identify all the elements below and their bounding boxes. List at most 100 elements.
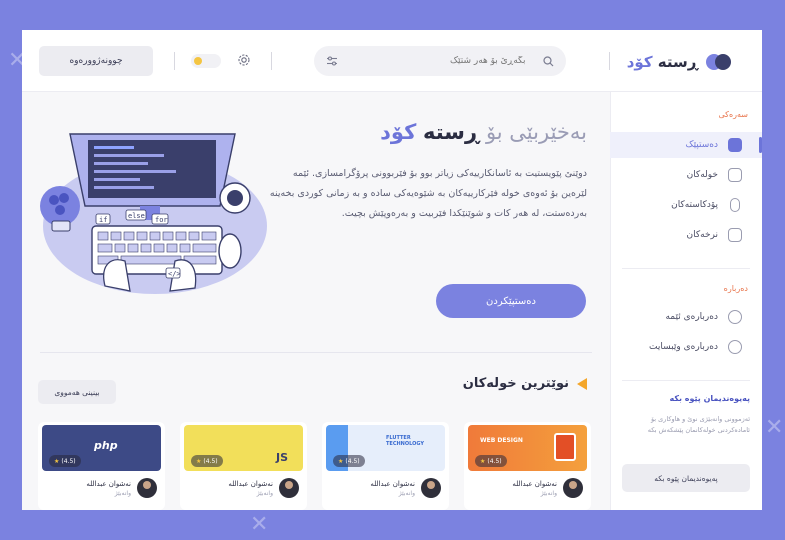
- logo[interactable]: ڕستە کۆد: [627, 51, 732, 73]
- login-button[interactable]: چوونەژوورەوە: [39, 46, 153, 76]
- sun-icon: [194, 57, 202, 65]
- sidebar-item-home[interactable]: دەستپێک: [610, 132, 762, 158]
- course-author: نەشوان عبداللە وانەبێژ: [512, 478, 583, 498]
- svg-text:</>: </>: [168, 270, 181, 278]
- sidebar-item-label: دەربارەی وێبسایت: [649, 342, 718, 352]
- course-thumbnail-label: FLUTTER TECHNOLOGY: [386, 435, 424, 447]
- header-divider: [609, 52, 610, 70]
- app-window: ڕستە کۆد چوونەژوورەوە سەرەکی دەستپێک: [22, 30, 762, 510]
- contact-description: ئەزموونی وانەبێژی نوێ و هاوکاری بۆ ئاماد…: [647, 415, 750, 434]
- sidebar-item-podcasts[interactable]: پۆدکاستەکان: [610, 192, 762, 218]
- rating-value: (4.5): [61, 457, 76, 465]
- book-icon: [728, 168, 742, 182]
- section-divider: [40, 352, 592, 353]
- contact-button[interactable]: پەیوەندیمان پێوە بکە: [622, 464, 750, 492]
- course-card-js[interactable]: JS ★ (4.5) نەشوان عبداللە وانەبێژ: [180, 422, 307, 510]
- see-all-button[interactable]: بینینی هەمووی: [38, 380, 116, 404]
- header-divider: [174, 52, 175, 70]
- rating-value: (4.5): [203, 457, 218, 465]
- star-icon: ★: [338, 457, 344, 465]
- hero-description: دوێنێ پێویستیت بە ئاسانکارییەکی زیاتر بو…: [269, 168, 587, 219]
- filter-icon[interactable]: [326, 55, 338, 67]
- search-input[interactable]: [355, 56, 526, 66]
- top-header: ڕستە کۆد چوونەژوورەوە: [22, 30, 762, 92]
- sidebar-about-title: دەربارە: [723, 284, 748, 293]
- logo-text: ڕستە کۆد: [627, 53, 698, 71]
- rating-badge: ★ (4.5): [333, 455, 365, 467]
- latest-courses-title: نوێترین خولەکان: [463, 376, 587, 391]
- course-author: نەشوان عبداللە وانەبێژ: [86, 478, 157, 498]
- course-author: نەشوان عبداللە وانەبێژ: [228, 478, 299, 498]
- svg-text:for: for: [155, 216, 168, 224]
- course-thumbnail: WEB DESIGN ★ (4.5): [468, 425, 587, 471]
- svg-text:else: else: [128, 212, 145, 220]
- author-role: وانەبێژ: [256, 489, 273, 497]
- course-thumbnail: JS ★ (4.5): [184, 425, 303, 471]
- sidebar-item-label: دەربارەی ئێمە: [665, 312, 718, 322]
- lock-icon: [728, 228, 742, 242]
- microphone-icon: [730, 198, 740, 212]
- avatar: [421, 478, 441, 498]
- logo-mark-icon: [706, 53, 732, 71]
- rating-badge: ★ (4.5): [49, 455, 81, 467]
- rating-badge: ★ (4.5): [191, 455, 223, 467]
- avatar: [563, 478, 583, 498]
- author-name: نەشوان عبداللە: [86, 479, 131, 488]
- rating-value: (4.5): [345, 457, 360, 465]
- course-thumbnail: FLUTTER TECHNOLOGY ★ (4.5): [326, 425, 445, 471]
- gear-icon[interactable]: [237, 53, 251, 67]
- html5-icon: [554, 433, 576, 461]
- star-icon: ★: [54, 457, 60, 465]
- author-name: نەشوان عبداللە: [228, 479, 273, 488]
- sidebar-item-label: خولەکان: [686, 170, 718, 180]
- course-thumbnail-label: JS: [276, 451, 289, 464]
- course-card-flutter[interactable]: FLUTTER TECHNOLOGY ★ (4.5) نەشوان عبداللە…: [322, 422, 449, 510]
- course-thumbnail-label: WEB DESIGN: [480, 437, 523, 444]
- header-divider: [271, 52, 272, 70]
- rating-badge: ★ (4.5): [475, 455, 507, 467]
- play-icon: [577, 377, 587, 390]
- sidebar-item-about-us[interactable]: دەربارەی ئێمە: [610, 304, 762, 330]
- hero-title-prefix: بەخێربێی بۆ: [485, 120, 587, 144]
- course-thumbnail: php ★ (4.5): [42, 425, 161, 471]
- author-name: نەشوان عبداللە: [512, 479, 557, 488]
- sidebar-item-about-website[interactable]: دەربارەی وێبسایت: [610, 334, 762, 360]
- hero-title: بەخێربێی بۆ ڕستە کۆد: [380, 120, 587, 144]
- hero-title-main: ڕستە: [422, 120, 480, 144]
- sidebar-divider: [622, 380, 750, 381]
- logo-text-accent: کۆد: [626, 53, 653, 71]
- sidebar-item-label: پۆدکاستەکان: [671, 200, 718, 210]
- search-icon[interactable]: [543, 55, 554, 67]
- author-name: نەشوان عبداللە: [370, 479, 415, 488]
- sidebar-item-label: نرخەکان: [686, 230, 719, 240]
- star-icon: ★: [196, 457, 202, 465]
- avatar: [279, 478, 299, 498]
- hero-illustration: if else for </>: [30, 116, 270, 316]
- avatar: [137, 478, 157, 498]
- author-role: وانەبێژ: [398, 489, 415, 497]
- background-cross-icon: ✕: [765, 415, 784, 440]
- search-bar[interactable]: [314, 46, 566, 76]
- contact-title: پەیوەندیمان پێوە بکە: [669, 394, 750, 403]
- sidebar: سەرەکی دەستپێک خولەکان پۆدکاستەکان نرخەک…: [610, 92, 762, 510]
- svg-text:if: if: [99, 216, 107, 224]
- course-card-php[interactable]: php ★ (4.5) نەشوان عبداللە وانەبێژ: [38, 422, 165, 510]
- sidebar-item-label: دەستپێک: [685, 140, 718, 150]
- start-button[interactable]: دەستپێکردن: [436, 284, 586, 318]
- user-icon: [728, 310, 742, 324]
- author-role: وانەبێژ: [540, 489, 557, 497]
- background-cross-icon: ✕: [250, 512, 269, 537]
- hero-title-accent: کۆد: [380, 120, 417, 144]
- sidebar-section-title: سەرەکی: [718, 110, 748, 119]
- star-icon: ★: [480, 457, 486, 465]
- globe-icon: [728, 340, 742, 354]
- logo-text-main: ڕستە: [657, 53, 698, 71]
- rating-value: (4.5): [487, 457, 502, 465]
- course-thumbnail-label: php: [94, 439, 118, 452]
- sidebar-item-courses[interactable]: خولەکان: [610, 162, 762, 188]
- sidebar-item-pricing[interactable]: نرخەکان: [610, 222, 762, 248]
- course-card-html[interactable]: WEB DESIGN ★ (4.5) نەشوان عبداللە وانەبێژ: [464, 422, 591, 510]
- theme-toggle[interactable]: [191, 54, 221, 68]
- home-icon: [728, 138, 742, 152]
- course-author: نەشوان عبداللە وانەبێژ: [370, 478, 441, 498]
